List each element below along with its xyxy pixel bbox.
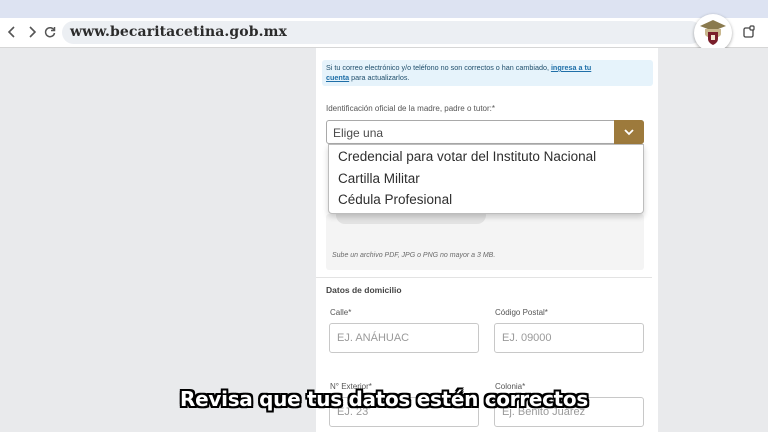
codigo-postal-placeholder: EJ. 09000	[502, 332, 552, 344]
browser-top-strip	[0, 0, 768, 18]
reload-icon[interactable]	[42, 24, 58, 40]
calle-input[interactable]: EJ. ANÁHUAC	[329, 323, 479, 353]
address-bar[interactable]: www.becaritacetina.gob.mx	[62, 21, 702, 44]
chevron-down-icon[interactable]	[614, 120, 644, 144]
id-select-value: Elige una	[333, 126, 384, 140]
codigo-postal-label: Código Postal*	[495, 308, 548, 317]
id-options-dropdown: Credencial para votar del Instituto Naci…	[328, 144, 644, 214]
logo-emblem	[694, 14, 732, 52]
address-section-title: Datos de domicilio	[326, 285, 402, 295]
forward-icon[interactable]	[24, 24, 40, 40]
upload-note: Sube un archivo PDF, JPG o PNG no mayor …	[332, 252, 496, 259]
extensions-icon[interactable]	[742, 25, 756, 39]
id-select[interactable]: Elige una	[326, 120, 644, 144]
info-text: Si tu correo electrónico y/o teléfono no…	[326, 63, 551, 72]
browser-toolbar: www.becaritacetina.gob.mx	[0, 18, 768, 48]
url-text: www.becaritacetina.gob.mx	[70, 24, 287, 40]
video-caption: Revisa que tus datos estén correctos	[180, 387, 588, 411]
option-cedula[interactable]: Cédula Profesional	[338, 192, 452, 207]
back-icon[interactable]	[4, 24, 20, 40]
option-credencial[interactable]: Credencial para votar del Instituto Naci…	[338, 149, 596, 164]
info-box: Si tu correo electrónico y/o teléfono no…	[322, 60, 653, 86]
calle-placeholder: EJ. ANÁHUAC	[337, 332, 410, 344]
option-cartilla[interactable]: Cartilla Militar	[338, 171, 420, 186]
id-field-label: Identificación oficial de la madre, padr…	[326, 104, 495, 113]
info-text-end: para actualizarlos.	[349, 73, 410, 82]
section-divider	[316, 277, 652, 278]
upload-area[interactable]: Sube un archivo PDF, JPG o PNG no mayor …	[326, 206, 644, 270]
info-link-account-cont[interactable]: cuenta	[326, 73, 349, 82]
codigo-postal-input[interactable]: EJ. 09000	[494, 323, 644, 353]
calle-label: Calle*	[330, 308, 352, 317]
info-link-account[interactable]: ingresa a tu	[551, 63, 591, 72]
